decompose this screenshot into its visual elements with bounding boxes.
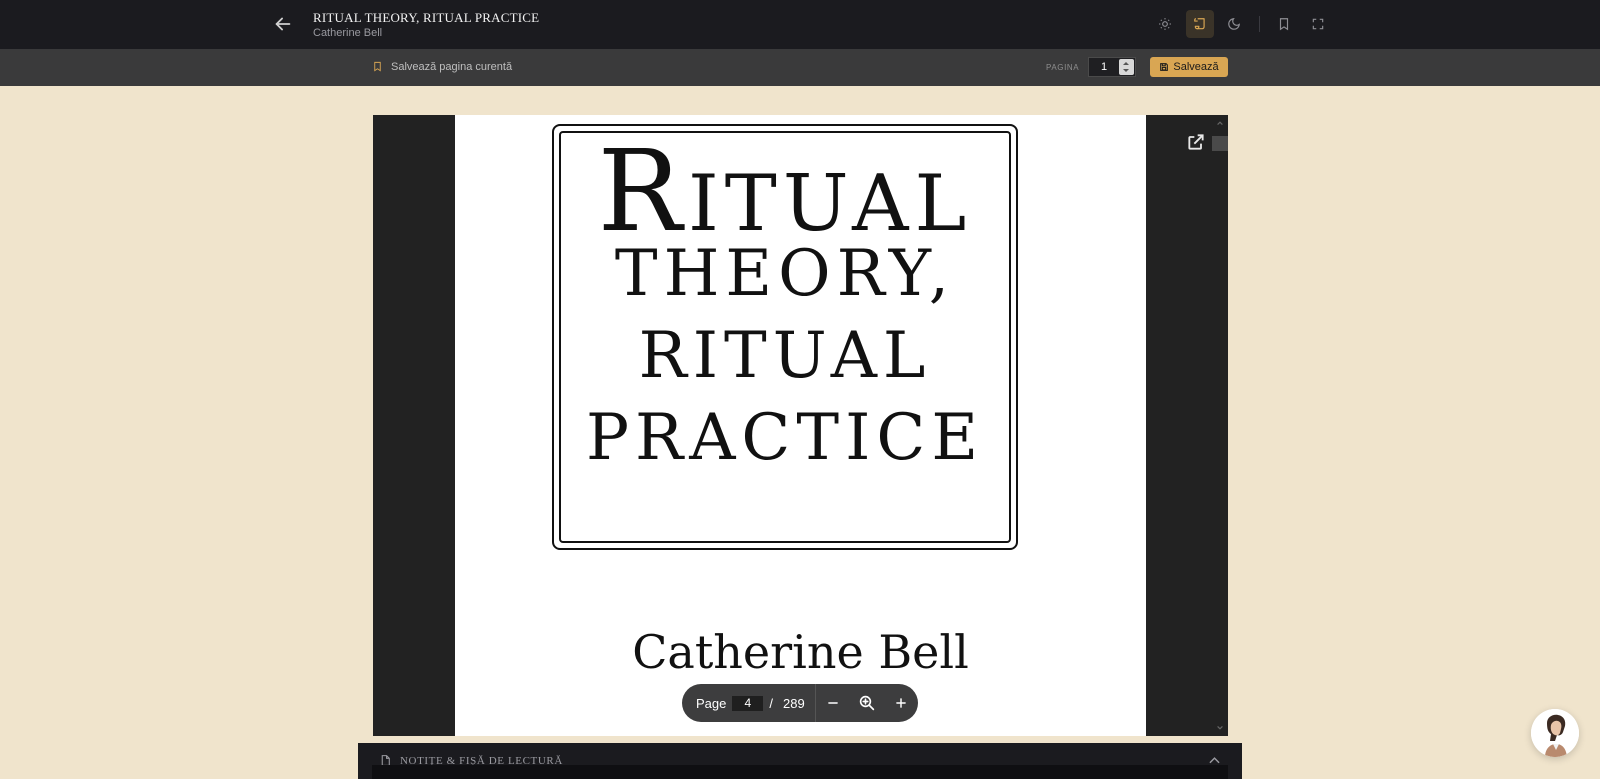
title-frame-inner: Ritual THEORY, RITUAL PRACTICE (559, 131, 1011, 543)
scrollbar-thumb[interactable] (1212, 136, 1228, 151)
assistant-avatar-button[interactable] (1531, 709, 1579, 757)
notes-panel: NOTIȚE & FIȘĂ DE LECTURĂ (358, 743, 1242, 779)
pdf-page: Ritual THEORY, RITUAL PRACTICE Catherine… (455, 115, 1146, 736)
fullscreen-button[interactable] (1304, 10, 1332, 38)
scrollbar-track[interactable] (1212, 115, 1228, 736)
cover-title-line: Ritual (597, 127, 973, 257)
page-stepper[interactable] (1119, 59, 1134, 75)
book-author: Catherine Bell (313, 27, 383, 39)
arrow-left-icon (275, 17, 291, 31)
book-title: RITUAL THEORY, RITUAL PRACTICE (313, 10, 540, 25)
bookmark-button[interactable] (1270, 10, 1298, 38)
pdf-viewer[interactable]: Ritual THEORY, RITUAL PRACTICE Catherine… (373, 115, 1228, 736)
page-label: PAGINA (1046, 63, 1080, 72)
bookmark-icon (1279, 18, 1289, 31)
chevron-up-icon[interactable] (1216, 119, 1224, 127)
zoom-icon (859, 695, 874, 711)
light-mode-button[interactable] (1151, 10, 1179, 38)
cover-author: Catherine Bell (632, 625, 969, 679)
notes-panel-body (372, 765, 1228, 779)
save-current-page-label: Salvează pagina curentă (391, 60, 513, 73)
zoom-out-button[interactable] (816, 684, 850, 722)
save-current-page-link[interactable]: Salvează pagina curentă (372, 60, 512, 73)
cover-title-line: RITUAL (638, 319, 932, 393)
fullscreen-icon (1312, 18, 1324, 30)
page-separator: / (769, 695, 773, 711)
cover-title-line: PRACTICE (585, 401, 985, 475)
zoom-button[interactable] (850, 684, 884, 722)
floppy-disk-icon (1160, 63, 1169, 71)
cover-title: Ritual THEORY, RITUAL PRACTICE (561, 127, 1009, 479)
top-bar: RITUAL THEORY, RITUAL PRACTICE Catherine… (0, 0, 1600, 49)
avatar-portrait-icon (1531, 709, 1579, 757)
dark-mode-button[interactable] (1220, 10, 1248, 38)
title-frame: Ritual THEORY, RITUAL PRACTICE (552, 124, 1018, 550)
scroll-icon (1194, 18, 1205, 30)
save-button[interactable]: Salvează (1150, 57, 1228, 77)
pdf-page-toolbar: Page / 289 (682, 684, 918, 722)
toolbar-divider (1259, 16, 1260, 32)
moon-icon (1228, 18, 1240, 30)
stepper-down-icon[interactable] (1123, 69, 1129, 72)
current-page-input[interactable] (732, 695, 764, 711)
bookmark-icon (374, 61, 381, 72)
total-pages: 289 (783, 695, 805, 711)
back-button[interactable] (272, 13, 294, 35)
chevron-down-icon[interactable] (1216, 724, 1224, 732)
minus-icon (827, 702, 838, 704)
save-button-label: Salvează (1173, 61, 1219, 73)
stepper-up-icon[interactable] (1123, 62, 1129, 65)
zoom-in-button[interactable] (884, 684, 918, 722)
plus-icon (895, 698, 906, 708)
cover-title-line: THEORY, (614, 237, 956, 311)
sun-icon (1159, 18, 1171, 30)
sepia-mode-button[interactable] (1186, 10, 1214, 38)
save-page-bar: Salvează pagina curentă PAGINA Salvează (0, 49, 1600, 86)
external-link-icon (1188, 134, 1204, 150)
open-external-button[interactable] (1186, 132, 1206, 152)
notes-panel-toggle[interactable]: NOTIȚE & FIȘĂ DE LECTURĂ (358, 743, 1242, 767)
page-toolbar-label: Page (696, 695, 727, 711)
chevron-up-icon[interactable] (1209, 756, 1220, 764)
